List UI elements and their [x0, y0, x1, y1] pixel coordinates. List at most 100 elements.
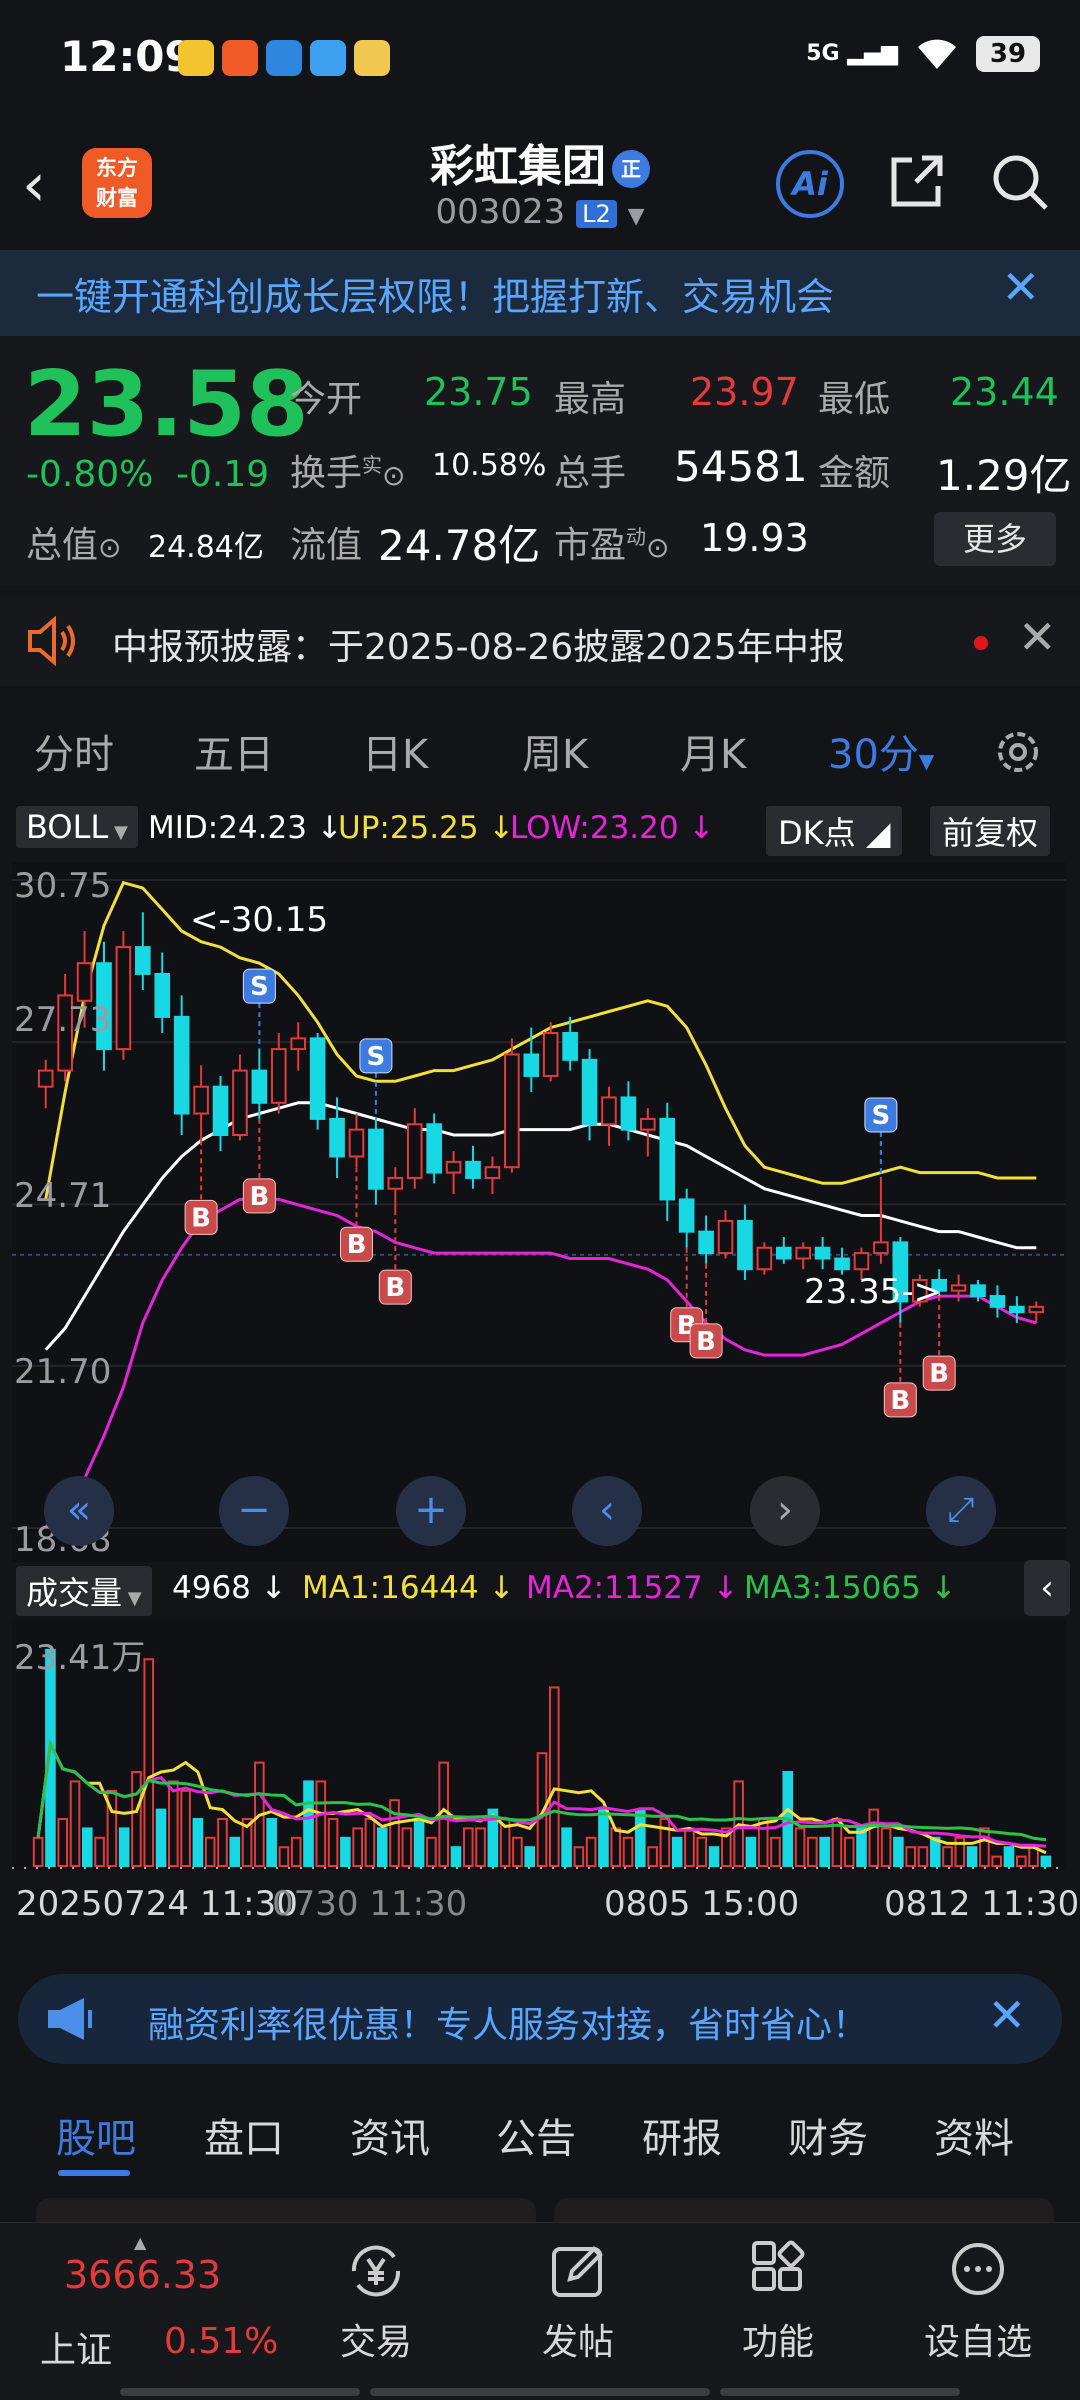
bottom-nav: ▲ 3666.33 上证 0.51% 交易 发帖 功能 设自选 — [0, 2222, 1080, 2400]
volume-bar — [315, 1780, 327, 1867]
volume-current: 4968 ↓ — [172, 1570, 287, 1606]
dk-point-button[interactable]: DK点 ◢ — [766, 806, 903, 856]
tab-news[interactable]: 资讯 — [350, 2106, 430, 2164]
index-change[interactable]: 0.51% — [164, 2321, 278, 2362]
candle-body — [970, 1284, 986, 1298]
volume-bar — [659, 1818, 671, 1868]
search-icon[interactable] — [988, 150, 1052, 214]
signal-icon: 5G ▂▄▆ — [806, 41, 898, 66]
volume-bar — [647, 1846, 658, 1868]
promo-banner[interactable]: 一键开通科创成长层权限！把握打新、交易机会 ✕ — [0, 250, 1080, 336]
candle-body — [989, 1295, 1006, 1308]
index-name[interactable]: 上证 — [40, 2321, 112, 2373]
volume-bar — [376, 1827, 388, 1867]
candle-body — [853, 1252, 870, 1271]
tab-orderbook[interactable]: 盘口 — [204, 2106, 284, 2164]
volume-bar — [1003, 1846, 1015, 1868]
volume-bar — [82, 1827, 93, 1867]
boll-up-value: UP:25.25 — [338, 810, 479, 846]
volume-bar — [917, 1846, 929, 1868]
volume-bar — [143, 1658, 155, 1867]
candle-body — [562, 1032, 578, 1061]
fullscreen-icon[interactable]: ⤢ — [926, 1476, 996, 1546]
tab-intraday[interactable]: 分时 — [34, 722, 114, 780]
close-icon[interactable]: ✕ — [1018, 610, 1057, 664]
volume-bar — [880, 1827, 892, 1867]
volume-ma2: MA2:11527 ↓ — [526, 1570, 739, 1606]
tab-profile[interactable]: 资料 — [934, 2106, 1014, 2164]
volume-bar — [684, 1827, 695, 1867]
expand-icon[interactable]: ▲ — [134, 2233, 146, 2252]
nav-add-watchlist[interactable]: 设自选 — [908, 2239, 1048, 2365]
nav-trade[interactable]: 交易 — [306, 2239, 446, 2365]
candle-body — [329, 1117, 345, 1158]
tab-financials[interactable]: 财务 — [788, 2106, 868, 2164]
volume-bar — [548, 1686, 560, 1867]
status-time: 12:09 — [60, 32, 194, 81]
boll-mid: MID:24.23 ↓ — [148, 810, 343, 846]
volume-bar — [217, 1818, 228, 1868]
more-button[interactable]: 更多 — [934, 512, 1056, 566]
eye-icon[interactable]: ⊙ — [98, 531, 121, 564]
buy-signal-label: B — [249, 1182, 269, 1212]
volume-bar — [192, 1818, 204, 1868]
registration-badge: 正 — [612, 150, 650, 188]
candle-body — [445, 1160, 462, 1174]
tab-five-day[interactable]: 五日 — [194, 722, 274, 780]
level-badge: L2 — [576, 199, 617, 228]
x-axis-label: 0812 11:30 — [884, 1884, 1080, 1924]
gear-icon[interactable] — [990, 724, 1046, 780]
amount-label: 金额 — [818, 453, 891, 494]
volume-bar — [32, 1836, 44, 1867]
share-icon[interactable] — [886, 150, 948, 212]
tab-30min[interactable]: 30分▼ — [828, 722, 934, 780]
ai-assistant-button[interactable]: Ai — [776, 150, 844, 218]
indicator-selector[interactable]: BOLL ▼ — [16, 806, 138, 848]
scroll-start-button[interactable]: « — [44, 1476, 114, 1546]
ad-banner[interactable]: 融资利率很优惠！专人服务对接，省时省心！ ✕ — [18, 1974, 1062, 2064]
notice-bar[interactable]: 中报预披露：于2025-08-26披露2025年中报 ✕ — [0, 596, 1080, 686]
nav-functions[interactable]: 功能 — [708, 2239, 848, 2365]
y-tick-label: 21.70 — [14, 1352, 112, 1392]
candle-body — [678, 1198, 695, 1233]
stock-header: ‹ 东方 财富 彩虹集团正 003023 L2 ▼ Ai — [0, 120, 1080, 250]
eye-icon[interactable]: ⊙ — [382, 459, 405, 492]
scroll-left-button[interactable]: ‹ — [572, 1476, 642, 1546]
close-icon[interactable]: ✕ — [987, 1988, 1026, 2042]
eye-icon[interactable]: ⊙ — [646, 531, 669, 564]
zoom-out-button[interactable]: − — [219, 1476, 289, 1546]
tab-weekly[interactable]: 周K — [522, 722, 588, 780]
index-value[interactable]: 3666.33 — [64, 2253, 221, 2297]
tab-daily[interactable]: 日K — [362, 722, 428, 780]
volume-bar — [635, 1808, 646, 1868]
notification-icons — [178, 40, 390, 76]
candle-body — [737, 1219, 753, 1271]
candle-body — [135, 946, 151, 975]
candle-body — [640, 1117, 656, 1131]
pe-label: 市盈动⊙ — [554, 516, 669, 568]
boll-indicator-bar: BOLL ▼ MID:24.23 ↓ UP:25.25 ↓ LOW:23.20 … — [0, 802, 1080, 858]
collapse-button[interactable]: ‹ — [1024, 1560, 1070, 1616]
volume-bar — [512, 1836, 523, 1867]
candlestick-chart[interactable]: SSSBBBBBBBB — [12, 862, 1066, 1562]
app-notification-icon — [354, 40, 390, 76]
tab-forum[interactable]: 股吧 — [56, 2106, 136, 2164]
volume-bar — [389, 1799, 400, 1867]
volume-bar — [1015, 1855, 1027, 1868]
volume-chart[interactable] — [12, 1620, 1066, 1870]
adjust-button[interactable]: 前复权 — [930, 806, 1051, 856]
close-icon[interactable]: ✕ — [1001, 260, 1040, 314]
tab-announcements[interactable]: 公告 — [496, 2106, 576, 2164]
sell-signal-label: S — [250, 972, 269, 1002]
volume-bar — [819, 1836, 830, 1867]
volume-selector[interactable]: 成交量 ▼ — [16, 1566, 152, 1616]
zoom-in-button[interactable]: + — [396, 1476, 466, 1546]
promo-text: 一键开通科创成长层权限！把握打新、交易机会 — [36, 275, 835, 319]
nav-post[interactable]: 发帖 — [508, 2239, 648, 2365]
candle-body — [368, 1128, 384, 1190]
buy-signal-label: B — [385, 1273, 405, 1303]
tab-monthly[interactable]: 月K — [680, 722, 746, 780]
tab-research[interactable]: 研报 — [642, 2106, 722, 2164]
scroll-right-button[interactable]: › — [750, 1476, 820, 1546]
volume-bar — [856, 1827, 867, 1867]
